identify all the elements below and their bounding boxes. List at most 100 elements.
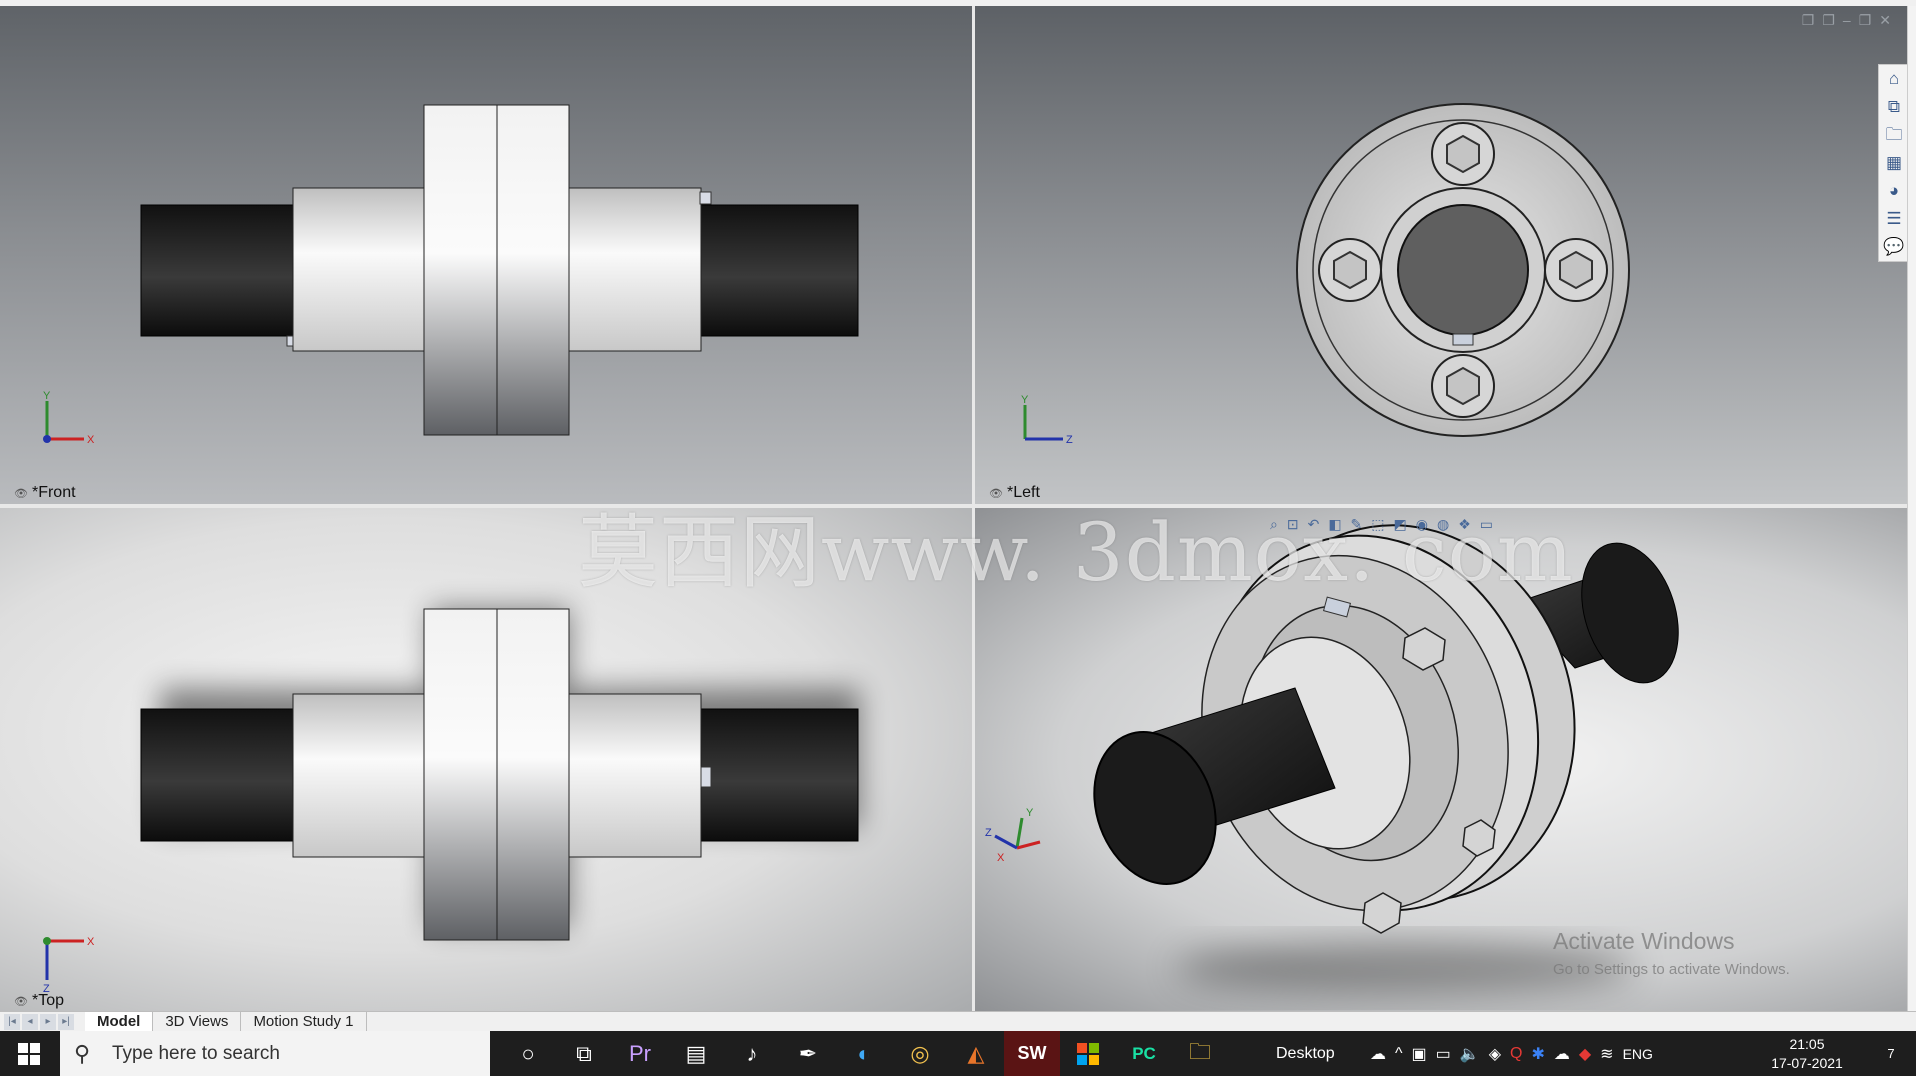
axis-x-label: X (87, 434, 95, 446)
viewport-splitter-vertical[interactable] (972, 6, 975, 1011)
cortana-icon[interactable]: ○ (500, 1031, 556, 1076)
axis-z-label: Z (985, 827, 992, 839)
clock-date: 17-07-2021 (1771, 1055, 1843, 1071)
eye-icon: 👁 (14, 995, 28, 1008)
system-tray: ☁ ^ ▣ ▭ 🔈 ◈ Q ✱ ☁ ◆ ≋ ENG (1370, 1031, 1653, 1076)
file-explorer-icon[interactable]: 🗀 (1883, 123, 1905, 147)
matlab-icon[interactable]: ◭ (948, 1031, 1004, 1076)
antivirus-icon[interactable]: ◆ (1579, 1044, 1591, 1064)
axis-y-label: Y (43, 390, 51, 402)
first-tab-icon[interactable]: |◂ (4, 1014, 20, 1030)
viewport-left-label: 👁 *Left (989, 484, 1040, 501)
axis-z-label: Z (1066, 434, 1073, 446)
pycharm-icon[interactable]: PC (1116, 1031, 1172, 1076)
viewport-splitter-horizontal[interactable] (0, 504, 1907, 508)
view-settings-icon[interactable]: ▭ (1480, 516, 1493, 533)
tab-navigation: |◂ ◂ ▸ ▸| (4, 1014, 74, 1030)
task-view-icon[interactable]: ⧉ (556, 1031, 612, 1076)
custom-properties-icon[interactable]: ☰ (1883, 207, 1905, 231)
viewport-top[interactable]: X Z 👁 *Top (0, 508, 972, 1011)
language-indicator[interactable]: ENG (1623, 1046, 1653, 1062)
tab-3d-views[interactable]: 3D Views (153, 1012, 242, 1032)
eye-icon: 👁 (14, 487, 28, 500)
display-style-icon[interactable]: ◩ (1394, 516, 1407, 533)
design-library-icon[interactable]: ⧉ (1883, 95, 1905, 119)
start-button[interactable] (0, 1031, 58, 1076)
solidworks-icon[interactable]: SW (1004, 1031, 1060, 1076)
edge-icon[interactable]: ◐ (836, 1031, 892, 1076)
inkscape-icon[interactable]: ✒ (780, 1031, 836, 1076)
front-view-model: Y X (43, 104, 859, 446)
tab-motion-study-1[interactable]: Motion Study 1 (241, 1012, 367, 1032)
clock-time: 21:05 (1789, 1036, 1825, 1052)
desktop-toolbar-label[interactable]: Desktop (1276, 1031, 1335, 1076)
itunes-icon[interactable]: ♪ (724, 1031, 780, 1076)
window-controls: ❐ ❐ – ❐ ✕ (1802, 12, 1891, 29)
file-explorer-icon[interactable]: 🗀 (1172, 1031, 1228, 1076)
activate-windows-notice: Activate Windows Go to Settings to activ… (1553, 928, 1790, 978)
forum-icon[interactable]: 💬 (1883, 235, 1905, 259)
tile-icon[interactable]: ❐ (1822, 12, 1835, 29)
notification-count: 7 (1887, 1046, 1895, 1061)
close-icon[interactable]: ✕ (1879, 12, 1891, 29)
task-pane-toolbar: ⌂ ⧉ 🗀 ▦ ◕ ☰ 💬 (1878, 64, 1910, 262)
dynamic-annotation-icon[interactable]: ✎ (1351, 516, 1363, 533)
axis-x-label: X (87, 936, 95, 948)
prev-tab-icon[interactable]: ◂ (22, 1014, 38, 1030)
chrome-icon[interactable]: ◎ (892, 1031, 948, 1076)
previous-view-icon[interactable]: ↶ (1308, 516, 1320, 533)
bluetooth-icon[interactable]: ✱ (1531, 1044, 1544, 1064)
minimize-icon[interactable]: – (1843, 12, 1851, 29)
viewport-left[interactable]: Y Z 👁 *Left (975, 6, 1907, 504)
triad-front (43, 401, 84, 443)
viewport-front[interactable]: Y X 👁 *Front (0, 6, 972, 504)
triad-isometric (994, 817, 1041, 850)
quickheal-icon[interactable]: Q (1510, 1045, 1522, 1063)
windows-logo-icon (18, 1042, 40, 1065)
view-palette-icon[interactable]: ▦ (1883, 151, 1905, 175)
axis-x-label: X (997, 852, 1005, 864)
battery-icon[interactable]: ▭ (1436, 1044, 1451, 1064)
windows-taskbar: ⚲ ○ ⧉ Pr ▤ ♪ ✒ ◐ ◎ ◭ SW PC 🗀 Desktop ☁ ^… (0, 1031, 1916, 1076)
premiere-pro-icon[interactable]: Pr (612, 1031, 668, 1076)
file-manager-icon[interactable]: ▤ (668, 1031, 724, 1076)
notification-center-icon[interactable]: 7 (1868, 1031, 1914, 1076)
meet-now-icon[interactable]: ▣ (1412, 1044, 1427, 1064)
left-view-model: Y Z (1021, 103, 1630, 446)
network-app-icon[interactable]: ◈ (1489, 1044, 1501, 1064)
section-view-icon[interactable]: ◧ (1328, 516, 1341, 533)
volume-icon[interactable]: 🔈 (1460, 1044, 1480, 1064)
viewport-front-label: 👁 *Front (14, 484, 76, 501)
search-input[interactable] (110, 1041, 474, 1066)
right-panel-strip (1907, 6, 1916, 1011)
axis-y-label: Y (1021, 394, 1029, 406)
microsoft-store-icon[interactable] (1060, 1031, 1116, 1076)
cloud-icon[interactable]: ☁ (1554, 1044, 1570, 1064)
last-tab-icon[interactable]: ▸| (58, 1014, 74, 1030)
hide-show-items-icon[interactable]: ◉ (1416, 516, 1428, 533)
taskbar-clock[interactable]: 21:05 17-07-2021 (1762, 1035, 1852, 1073)
document-tab-bar: |◂ ◂ ▸ ▸| Model 3D Views Motion Study 1 (0, 1011, 1916, 1032)
restore-icon[interactable]: ❐ (1859, 12, 1872, 29)
axis-y-label: Y (1026, 807, 1034, 819)
taskbar-search[interactable]: ⚲ (60, 1031, 490, 1076)
heads-up-view-toolbar: ⌕ ⊡ ↶ ◧ ✎ ⬚ ◩ ◉ ◍ ❖ ▭ (1270, 516, 1493, 533)
home-icon[interactable]: ⌂ (1883, 67, 1905, 91)
appearances-icon[interactable]: ◕ (1883, 179, 1905, 203)
wifi-icon[interactable]: ≋ (1600, 1044, 1613, 1064)
zoom-to-fit-icon[interactable]: ⌕ (1270, 516, 1278, 533)
eye-icon: 👁 (989, 487, 1003, 500)
zoom-area-icon[interactable]: ⊡ (1287, 516, 1299, 533)
tab-model[interactable]: Model (85, 1012, 154, 1032)
viewport-top-label: 👁 *Top (14, 992, 64, 1009)
apply-scene-icon[interactable]: ❖ (1458, 516, 1471, 533)
next-tab-icon[interactable]: ▸ (40, 1014, 56, 1030)
chevron-up-icon[interactable]: ^ (1395, 1045, 1403, 1063)
store-logo-icon (1077, 1042, 1099, 1065)
triad-left (1023, 405, 1063, 441)
edit-appearance-icon[interactable]: ◍ (1437, 516, 1449, 533)
top-view-model: X Z (43, 608, 860, 995)
tile-icon[interactable]: ❐ (1802, 12, 1815, 29)
view-orientation-icon[interactable]: ⬚ (1371, 516, 1384, 533)
onedrive-icon[interactable]: ☁ (1370, 1044, 1386, 1064)
